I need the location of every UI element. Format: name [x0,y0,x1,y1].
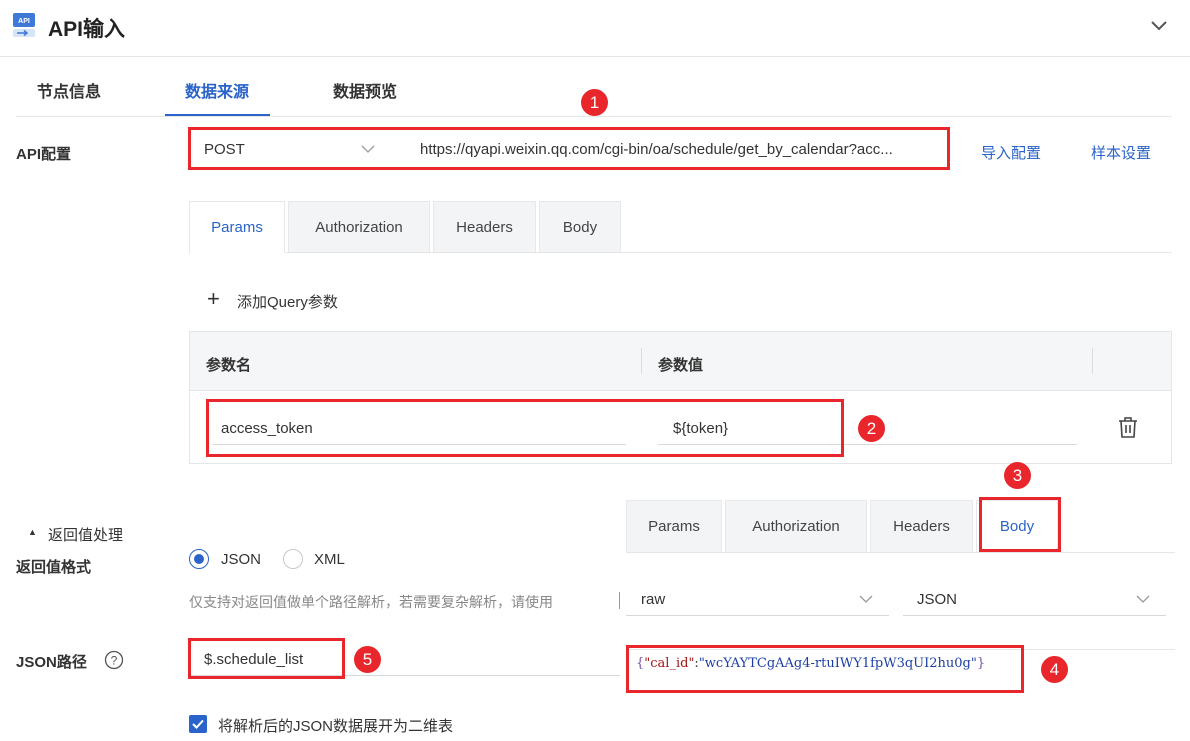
plus-icon[interactable]: + [207,288,220,310]
raw-select-value: raw [641,591,666,608]
text-cursor [619,592,620,609]
annotation-badge-4: 4 [1041,656,1068,683]
annotation-badge-2: 2 [858,415,885,442]
column-divider [641,348,642,374]
body-panel-tab-authorization[interactable]: Authorization [725,500,867,552]
svg-text:API: API [18,18,30,25]
annotation-box-2 [206,399,844,457]
radio-xml-label: XML [314,551,345,568]
tab-data-source[interactable]: 数据来源 [185,78,249,102]
json-path-label: JSON路径 [16,654,87,671]
radio-json[interactable] [189,549,209,569]
tab-node-info[interactable]: 节点信息 [37,78,101,102]
divider [16,116,1172,117]
tab-data-preview[interactable]: 数据预览 [333,78,397,102]
body-panel-tab-headers[interactable]: Headers [870,500,973,552]
body-panel-tab-params[interactable]: Params [626,500,722,552]
api-icon: API [13,13,35,37]
divider [286,252,1172,253]
annotation-box-3 [979,497,1061,552]
trash-icon[interactable] [1117,416,1139,439]
expand-checkbox-label: 将解析后的JSON数据展开为二维表 [218,718,454,735]
body-type-select-value: JSON [917,591,958,608]
column-header-name: 参数名 [206,357,252,374]
column-divider [1092,348,1093,374]
radio-json-label: JSON [221,551,262,568]
help-icon[interactable]: ? [104,650,124,670]
subtab-params[interactable]: Params [189,201,285,253]
url-input[interactable]: https://qyapi.weixin.qq.com/cgi-bin/oa/s… [420,141,935,158]
return-hint-text: 仅支持对返回值做单个路径解析，若需要复杂解析，请使用 [189,594,553,610]
annotation-box-4 [626,645,1024,693]
return-format-label: 返回值格式 [16,559,92,576]
method-select[interactable]: POST [204,141,245,158]
column-header-value: 参数值 [658,357,704,374]
annotation-box-5 [188,638,345,679]
chevron-down-icon [361,145,375,153]
chevron-down-icon [859,595,873,603]
raw-select[interactable] [626,583,889,616]
subtab-authorization[interactable]: Authorization [288,201,430,253]
import-config-link[interactable]: 导入配置 [981,142,1041,163]
caret-up-icon[interactable]: ▲ [28,527,37,537]
svg-text:?: ? [111,654,118,668]
subtab-headers[interactable]: Headers [433,201,536,253]
annotation-badge-5: 5 [354,646,381,673]
check-icon [192,719,204,729]
divider [0,56,1190,57]
radio-xml[interactable] [283,549,303,569]
subtab-body[interactable]: Body [539,201,621,253]
page-title: API输入 [48,18,126,41]
annotation-badge-3: 3 [1004,462,1031,489]
chevron-down-icon [1136,595,1150,603]
expand-checkbox[interactable] [189,715,207,733]
return-section-toggle[interactable]: 返回值处理 [48,524,123,545]
api-config-label: API配置 [16,146,72,163]
sample-settings-link[interactable]: 样本设置 [1091,142,1151,163]
annotation-badge-1: 1 [581,89,608,116]
add-query-param-button[interactable]: 添加Query参数 [237,291,338,312]
chevron-down-icon[interactable] [1148,14,1170,36]
